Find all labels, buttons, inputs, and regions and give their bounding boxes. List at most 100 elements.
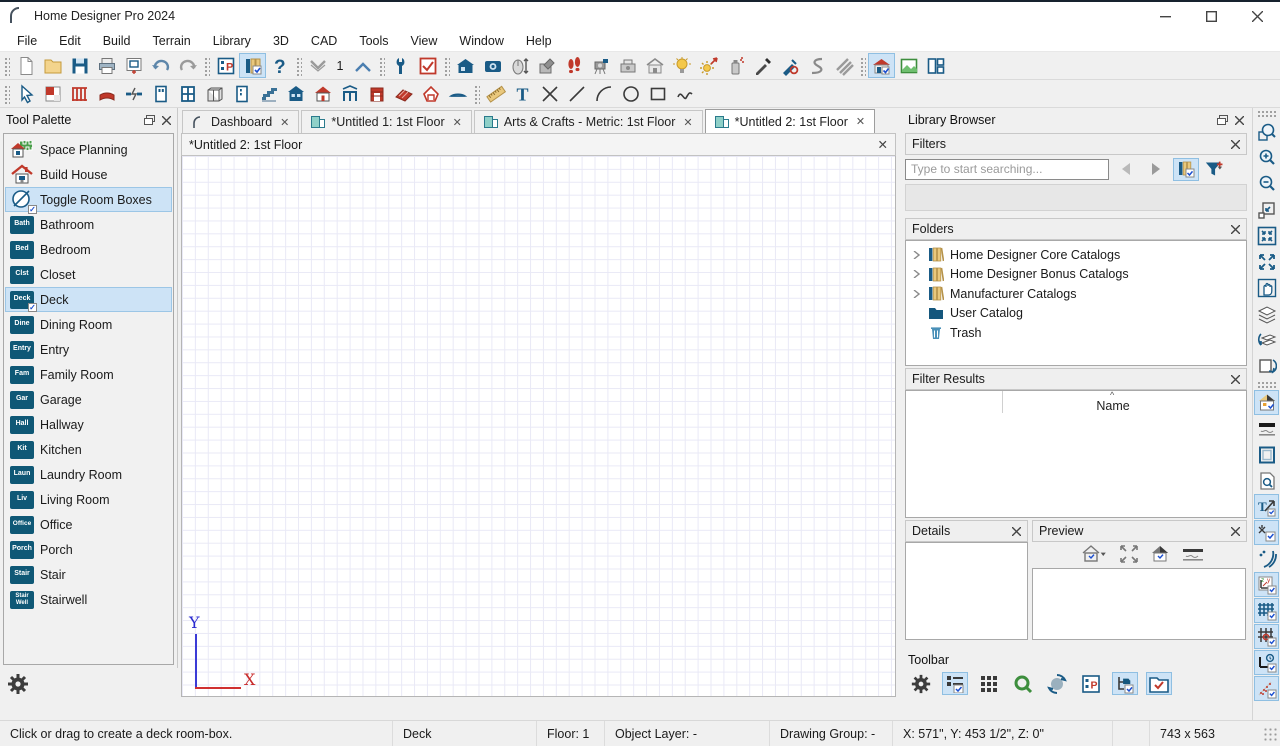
mouse-orbit-button[interactable] (506, 53, 533, 78)
pan-window-icon[interactable] (1254, 275, 1279, 300)
eyedropper-button[interactable] (749, 53, 776, 78)
undo-button[interactable] (147, 53, 174, 78)
curve-tool-button[interactable] (803, 53, 830, 78)
grid-view-icon[interactable] (976, 672, 1002, 695)
palette-item-stair[interactable]: Stair Stair (5, 562, 172, 587)
tab-close-icon[interactable]: ✕ (280, 116, 289, 129)
picture-view-button[interactable] (895, 53, 922, 78)
palette-item-kitchen[interactable]: Kit Kitchen (5, 437, 172, 462)
toolbar-grip[interactable] (443, 55, 450, 76)
cabinet-tool-button[interactable] (201, 81, 228, 106)
color-on-off-icon[interactable] (1254, 390, 1279, 415)
toolbar-grip[interactable] (1256, 381, 1277, 388)
record-walkthrough-button[interactable] (587, 53, 614, 78)
palette-item-toggle-room-boxes[interactable]: ✓ Toggle Room Boxes (5, 187, 172, 214)
rectangle-tool-button[interactable] (644, 81, 671, 106)
toolbar-grip[interactable] (859, 55, 866, 76)
palette-item-garage[interactable]: Gar Garage (5, 387, 172, 412)
search-library-icon[interactable] (1173, 157, 1199, 181)
toolbar-grip[interactable] (203, 55, 210, 76)
project-browser-panel-icon[interactable]: P (1078, 672, 1104, 695)
close-panel-icon[interactable] (162, 115, 171, 125)
expand-chevron-icon[interactable] (912, 270, 922, 279)
tab-close-icon[interactable]: ✕ (453, 116, 462, 129)
house-outline-button[interactable] (641, 53, 668, 78)
minimize-button[interactable] (1142, 2, 1188, 30)
show-markers-icon[interactable] (1254, 520, 1279, 545)
menu-build[interactable]: Build (92, 34, 142, 48)
roof-plane-button[interactable] (390, 81, 417, 106)
point-marker-tool-button[interactable] (536, 81, 563, 106)
dormer-tool-button[interactable] (417, 81, 444, 106)
expand-window-icon[interactable] (1254, 249, 1279, 274)
preview-expand-icon[interactable] (1120, 545, 1138, 563)
search-prev-icon[interactable] (1113, 158, 1139, 181)
tab-close-icon[interactable]: ✕ (856, 115, 865, 128)
palette-item-office[interactable]: Office Office (5, 512, 172, 537)
tab-close-icon[interactable]: ✕ (683, 116, 692, 129)
palette-item-entry[interactable]: Entry Entry (5, 337, 172, 362)
palette-item-bedroom[interactable]: Bed Bedroom (5, 237, 172, 262)
print-button[interactable] (93, 53, 120, 78)
wall-tool-button[interactable] (39, 81, 66, 106)
palette-item-build-house[interactable]: Build House (5, 162, 172, 187)
railing-tool-button[interactable] (66, 81, 93, 106)
exterior-house-button[interactable] (309, 81, 336, 106)
toolbar-grip[interactable] (3, 83, 10, 104)
tree-item-core-catalogs[interactable]: Home Designer Core Catalogs (906, 245, 1246, 265)
show-grid-icon[interactable] (1254, 598, 1279, 623)
grid-snaps-icon[interactable] (1254, 624, 1279, 649)
close-button[interactable] (1234, 2, 1280, 30)
text-tool-button[interactable]: T (509, 81, 536, 106)
open-plan-button[interactable] (39, 53, 66, 78)
select-objects-button[interactable] (12, 81, 39, 106)
expand-chevron-icon[interactable] (912, 250, 922, 259)
render-technique-button[interactable] (614, 53, 641, 78)
hatch-button[interactable] (830, 53, 857, 78)
document-close-icon[interactable]: ✕ (878, 137, 888, 152)
arrow-text-icon[interactable]: T (1254, 494, 1279, 519)
expand-chevron-icon[interactable] (912, 289, 922, 298)
library-search-input[interactable] (905, 158, 1109, 180)
show-axes-icon[interactable]: zy (1254, 572, 1279, 597)
circle-tool-button[interactable] (617, 81, 644, 106)
perspective-camera-button[interactable] (479, 53, 506, 78)
menu-view[interactable]: View (400, 34, 449, 48)
print-preview-page-icon[interactable] (1254, 468, 1279, 493)
filter-funnel-icon[interactable] (1203, 158, 1229, 181)
palette-item-dining-room[interactable]: Dine Dining Room (5, 312, 172, 337)
snap-curve-icon[interactable] (1254, 546, 1279, 571)
library-settings-gear-icon[interactable] (908, 672, 934, 695)
preview-view-type-icon[interactable] (1082, 545, 1108, 563)
tree-item-user-catalog[interactable]: User Catalog (906, 304, 1246, 324)
close-section-icon[interactable] (1231, 224, 1240, 234)
name-column-header[interactable]: Name (1096, 399, 1129, 413)
line-tool-button[interactable] (563, 81, 590, 106)
floor-down-button[interactable] (304, 53, 331, 78)
palette-item-stairwell[interactable]: Stair Well Stairwell (5, 587, 172, 612)
arc-tool-button[interactable] (590, 81, 617, 106)
palette-item-space-planning[interactable]: Space Planning (5, 137, 172, 162)
line-weights-icon[interactable] (1254, 416, 1279, 441)
fireplace-tool-button[interactable] (363, 81, 390, 106)
curved-wall-button[interactable] (93, 81, 120, 106)
search-next-icon[interactable] (1143, 158, 1169, 181)
close-section-icon[interactable] (1231, 526, 1240, 536)
toolbar-grip[interactable] (295, 55, 302, 76)
tab-untitled-1[interactable]: *Untitled 1: 1st Floor ✕ (301, 110, 472, 133)
angle-snaps-icon[interactable] (1254, 650, 1279, 675)
new-plan-button[interactable] (12, 53, 39, 78)
project-browser-button[interactable]: P (212, 53, 239, 78)
maximize-button[interactable] (1188, 2, 1234, 30)
menu-library[interactable]: Library (202, 34, 262, 48)
list-view-icon[interactable] (942, 672, 968, 695)
close-section-icon[interactable] (1012, 526, 1021, 536)
tab-dashboard[interactable]: Dashboard ✕ (182, 110, 300, 133)
palette-item-family-room[interactable]: Fam Family Room (5, 362, 172, 387)
camera-view-button[interactable] (452, 53, 479, 78)
toolbar-grip[interactable] (3, 55, 10, 76)
print-borders-icon[interactable] (1254, 442, 1279, 467)
plan-view-button[interactable] (868, 53, 895, 78)
spray-button[interactable] (722, 53, 749, 78)
walkthrough-button[interactable] (560, 53, 587, 78)
